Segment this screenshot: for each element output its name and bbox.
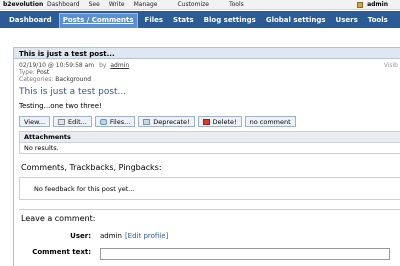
post-type-label: Type: — [19, 69, 35, 76]
menu-see[interactable]: See — [89, 1, 100, 8]
admin-nav: Dashboard Posts / Comments Files Stats B… — [0, 11, 400, 28]
system-toolbar: b2evolution Dashboard See Write Manage C… — [0, 0, 400, 10]
feedback-heading: Comments, Trackbacks, Pingbacks: — [21, 163, 162, 172]
menu-manage[interactable]: Manage — [134, 1, 158, 8]
view-button-label: View... — [24, 117, 46, 126]
tab-files[interactable]: Files — [142, 13, 167, 28]
subnav-band — [0, 28, 400, 46]
tab-tools[interactable]: Tools — [365, 13, 391, 28]
delete-icon — [202, 118, 210, 125]
comment-text-field[interactable] — [100, 248, 390, 260]
deprecate-button[interactable]: Deprecate! — [138, 116, 195, 127]
no-comment-button[interactable]: no comment — [244, 116, 296, 127]
attachments-body: No results. — [24, 144, 59, 152]
comment-row: Comment text: — [14, 248, 400, 260]
tab-stats[interactable]: Stats — [170, 13, 197, 28]
post-visibility: Visib — [383, 62, 398, 69]
post-author[interactable]: admin — [110, 62, 129, 69]
no-comment-label: no comment — [249, 117, 291, 126]
delete-button-label: Delete! — [212, 117, 237, 126]
post-date: 02/19/10 @ 10:59:58 am — [19, 62, 95, 69]
delete-button[interactable]: Delete! — [197, 116, 242, 127]
post-panel: This is just a test post... 02/19/10 @ 1… — [13, 47, 400, 266]
tab-blog-settings[interactable]: Blog settings — [201, 13, 259, 28]
user-value: admin — [100, 232, 122, 240]
tab-global-settings[interactable]: Global settings — [263, 13, 329, 28]
tab-posts-comments[interactable]: Posts / Comments — [58, 13, 138, 28]
view-button[interactable]: View... — [19, 116, 51, 127]
deprecate-icon — [143, 118, 151, 125]
post-categories-label: Categories: — [19, 76, 54, 83]
brand-menu[interactable]: b2evolution — [0, 1, 47, 8]
attachments-box: Attachments No results. — [19, 131, 400, 154]
user-row: User: admin [Edit profile] — [14, 232, 400, 240]
deprecate-button-label: Deprecate! — [153, 117, 190, 126]
comment-label: Comment text: — [32, 248, 91, 256]
feedback-empty: No feedback for this post yet... — [34, 185, 135, 193]
menu-tools[interactable]: Tools — [229, 1, 244, 8]
feedback-box: No feedback for this post yet... — [19, 177, 400, 200]
user-label: User: — [70, 232, 91, 240]
tab-users[interactable]: Users — [333, 13, 361, 28]
post-by: by — [99, 62, 107, 69]
post-content: Testing...one two three! — [19, 102, 102, 110]
user-name: admin — [367, 1, 388, 8]
panel-title: This is just a test post... — [14, 48, 400, 59]
attachments-title: Attachments — [20, 132, 400, 143]
leave-comment-heading: Leave a comment: — [19, 209, 400, 223]
edit-button[interactable]: Edit... — [53, 116, 92, 127]
post-item: 02/19/10 @ 10:59:58 am by admin Type: Po… — [19, 62, 400, 127]
post-type-value: Post — [36, 69, 50, 76]
edit-profile-link[interactable]: [Edit profile] — [125, 232, 168, 240]
edit-icon — [58, 118, 66, 125]
edit-button-label: Edit... — [68, 117, 87, 126]
menu-dashboard[interactable]: Dashboard — [47, 1, 80, 8]
post-type: Type: Post — [19, 69, 400, 76]
files-button-label: Files... — [109, 117, 131, 126]
menu-write[interactable]: Write — [109, 1, 125, 8]
post-title[interactable]: This is just a test post... — [19, 87, 400, 97]
user-avatar-icon — [357, 1, 364, 8]
tab-dashboard[interactable]: Dashboard — [6, 13, 55, 28]
post-categories: Categories: Background — [19, 76, 400, 83]
user-menu[interactable]: admin — [357, 1, 388, 8]
menu-customize[interactable]: Customize — [177, 1, 209, 8]
post-actions: View... Edit... Files... Deprecate! Dele… — [19, 116, 400, 127]
files-icon — [99, 118, 107, 125]
files-button[interactable]: Files... — [94, 116, 136, 127]
post-meta: 02/19/10 @ 10:59:58 am by admin — [19, 62, 400, 69]
post-categories-value: Background — [55, 76, 92, 83]
